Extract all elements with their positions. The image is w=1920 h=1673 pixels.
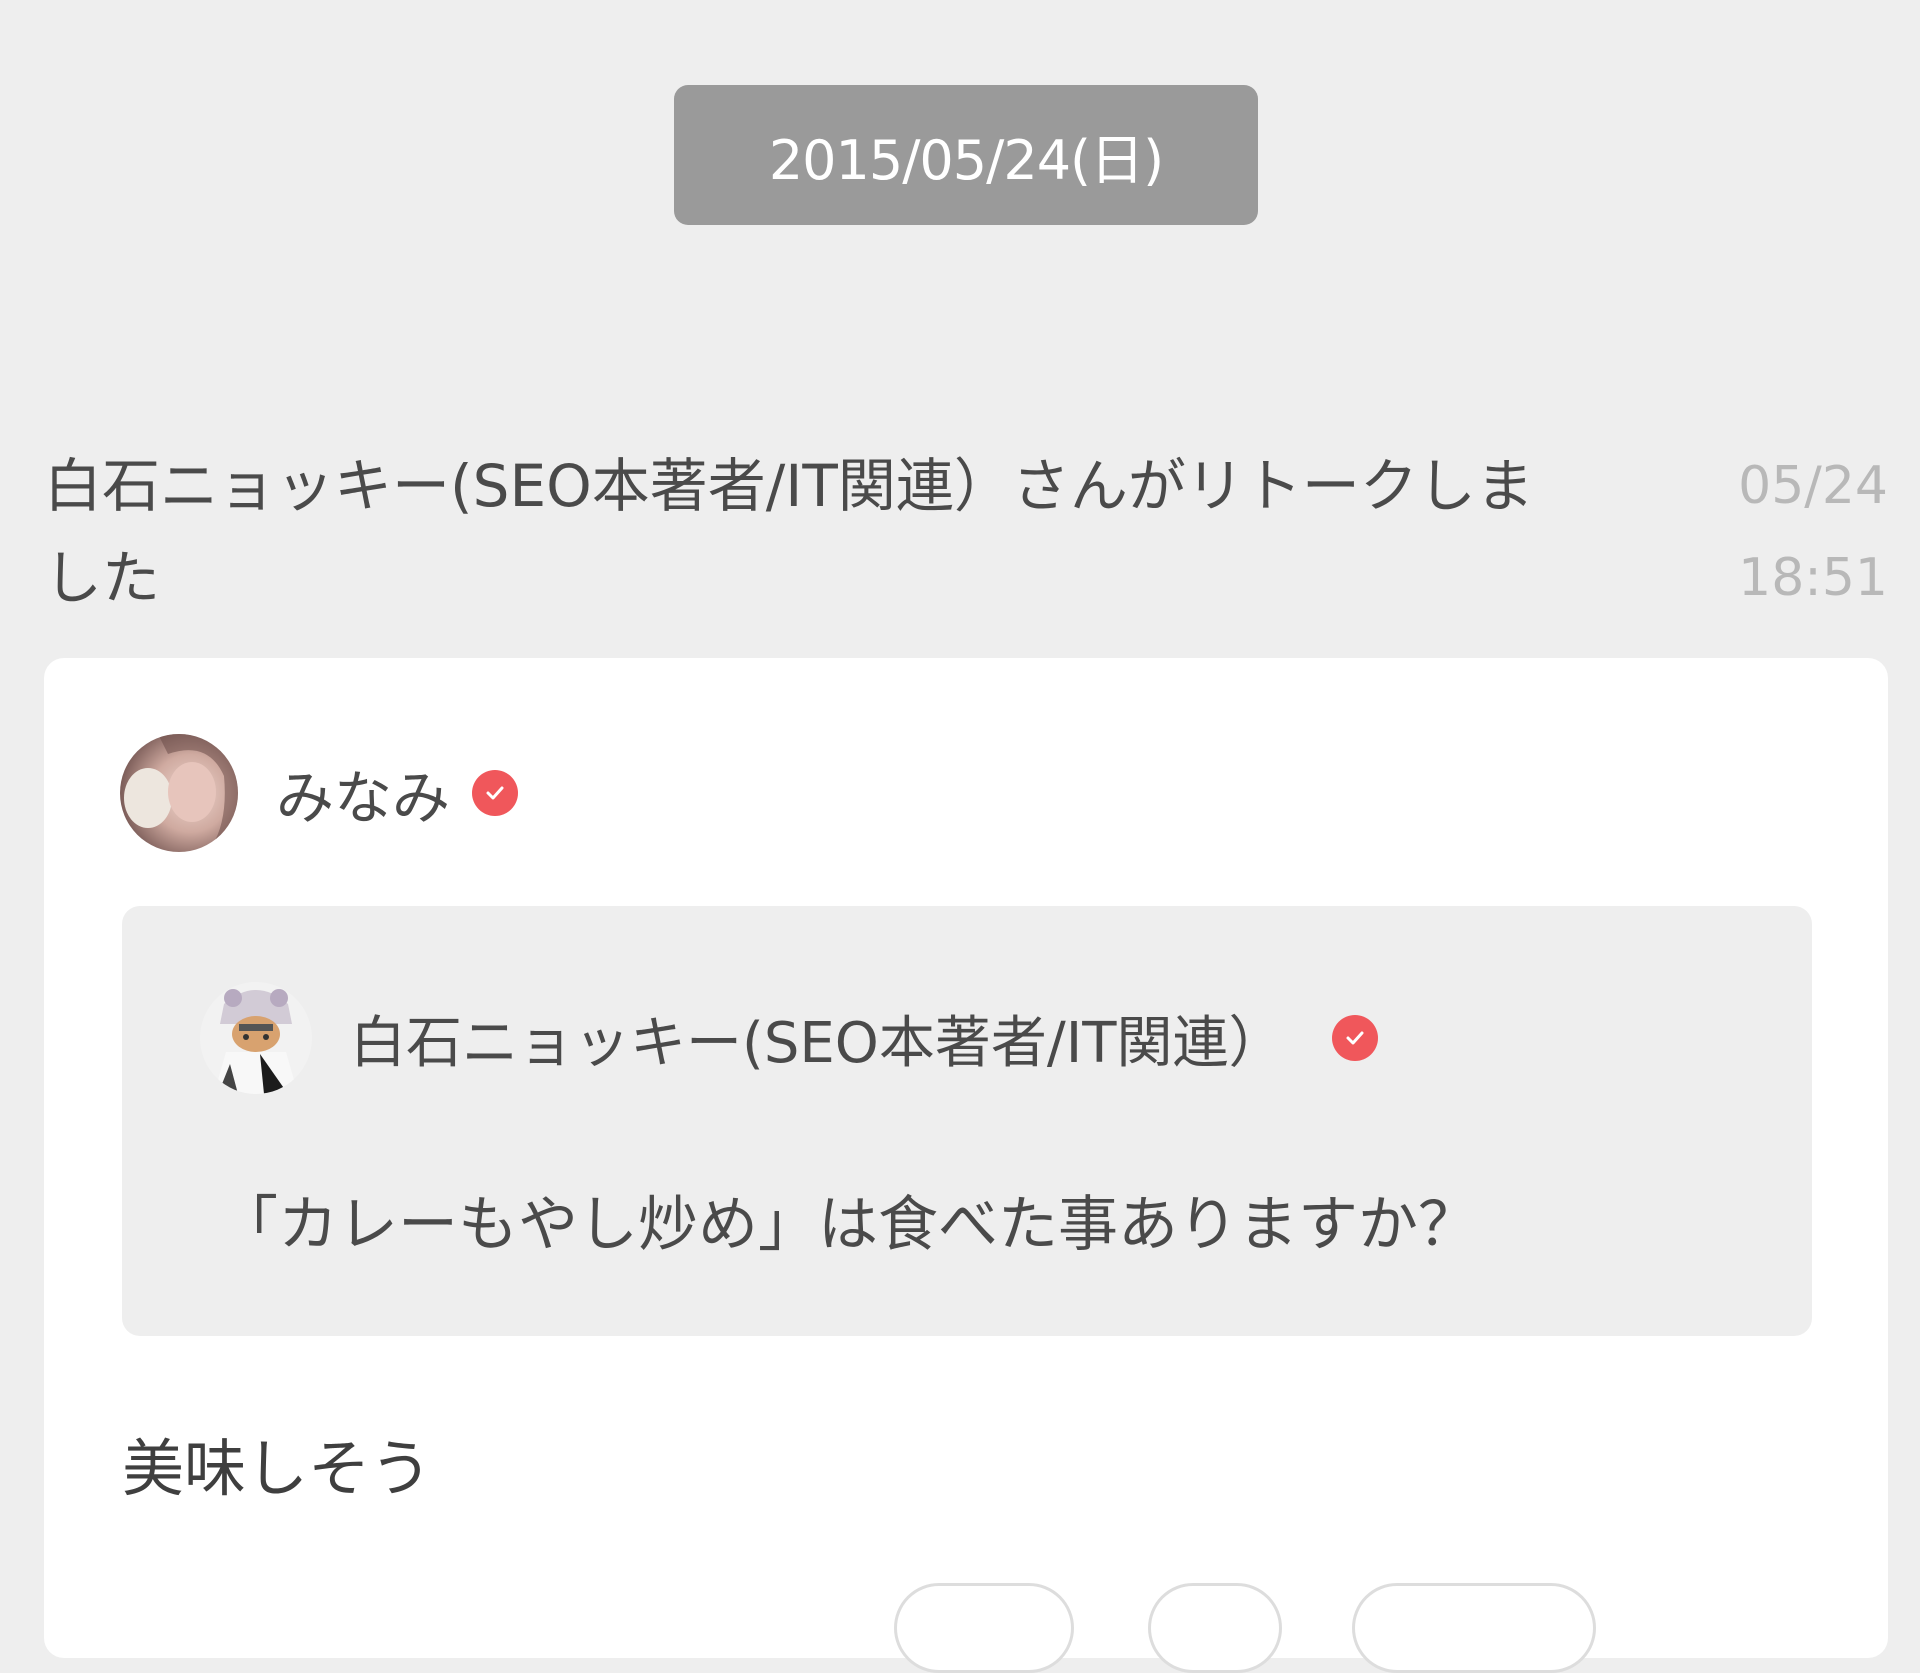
post-card[interactable]: みなみ 白石ニョッキー(SEO本著者/IT関連） 「カレーもやし炒め」は食べた事… (44, 658, 1888, 1673)
chat-timeline: { "date_separator": "2015/05/24(日)", "re… (0, 0, 1920, 1673)
action-button-2[interactable] (1148, 1583, 1282, 1673)
timestamp-time: 18:51 (1738, 548, 1888, 608)
user-avatar[interactable] (120, 734, 238, 852)
verified-badge-icon (1332, 1015, 1379, 1061)
date-separator: 2015/05/24(日) (674, 85, 1258, 225)
retalk-notice-text: 白石ニョッキー(SEO本著者/IT関連）さんがリトークしました (44, 452, 1534, 612)
quoted-avatar[interactable] (200, 982, 312, 1094)
post-author-row[interactable]: みなみ (120, 734, 519, 852)
verified-badge-icon (472, 770, 519, 816)
date-separator-label: 2015/05/24(日) (768, 128, 1164, 192)
quoted-author-row[interactable]: 白石ニョッキー(SEO本著者/IT関連） (200, 982, 1379, 1094)
action-button-1[interactable] (894, 1583, 1074, 1673)
post-author-name[interactable]: みなみ (276, 751, 450, 835)
timestamp-date: 05/24 (1738, 456, 1888, 516)
quoted-post[interactable]: 白石ニョッキー(SEO本著者/IT関連） 「カレーもやし炒め」は食べた事あります… (122, 906, 1812, 1336)
quoted-author-name[interactable]: 白石ニョッキー(SEO本著者/IT関連） (350, 998, 1284, 1079)
retalk-notice: 白石ニョッキー(SEO本著者/IT関連）さんがリトークしました (44, 440, 1564, 624)
action-button-3[interactable] (1352, 1583, 1596, 1673)
character-avatar-icon (200, 982, 312, 1094)
retalk-timestamp: 05/24 18:51 (1708, 440, 1888, 624)
quoted-text: 「カレーもやし炒め」は食べた事ありますか？ (218, 1190, 1478, 1260)
post-comment: 美味しそう (122, 1432, 433, 1505)
user-avatar-image (120, 734, 238, 852)
